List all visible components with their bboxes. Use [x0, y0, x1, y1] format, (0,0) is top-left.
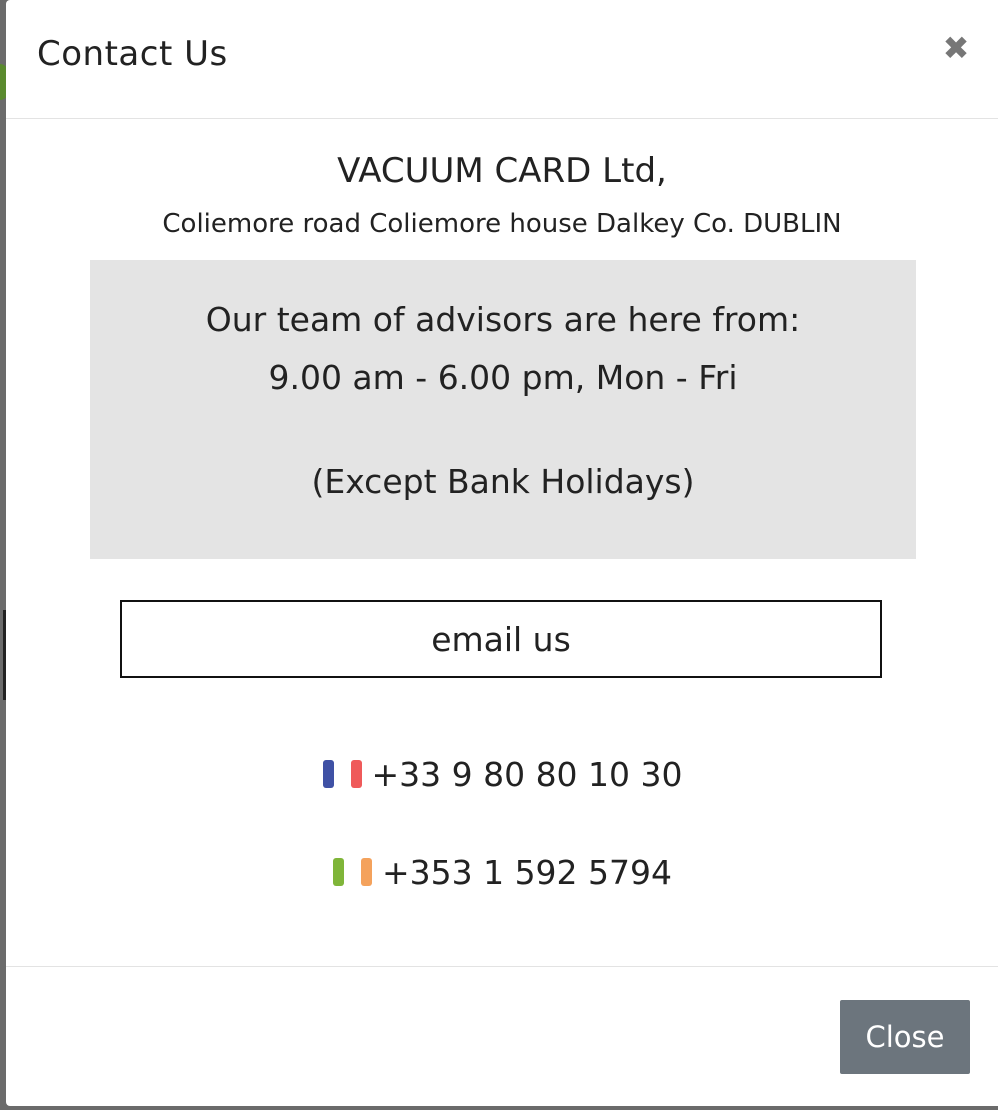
phone-row-france: +33 9 80 80 10 30 — [6, 755, 998, 794]
company-address: Coliemore road Coliemore house Dalkey Co… — [162, 209, 842, 239]
hours-note: (Except Bank Holidays) — [311, 462, 695, 501]
modal-body: VACUUM CARD Ltd, Coliemore road Coliemor… — [6, 119, 998, 966]
phone-link-france[interactable]: +33 9 80 80 10 30 — [371, 755, 682, 794]
hours-times: 9.00 am - 6.00 pm, Mon - Fri — [268, 358, 738, 397]
opening-hours-box: Our team of advisors are here from: 9.00… — [90, 260, 916, 559]
france-flag-icon — [321, 759, 363, 788]
close-icon[interactable]: ✖ — [942, 32, 970, 64]
phone-link-ireland[interactable]: +353 1 592 5794 — [382, 853, 672, 892]
ireland-flag-icon — [332, 857, 374, 886]
modal-header: Contact Us ✖ — [6, 0, 998, 119]
contact-modal: Contact Us ✖ VACUUM CARD Ltd, Coliemore … — [6, 0, 998, 1106]
hours-intro: Our team of advisors are here from: — [205, 300, 801, 339]
email-us-button[interactable]: email us — [120, 600, 882, 678]
phone-row-ireland: +353 1 592 5794 — [6, 853, 998, 892]
close-button[interactable]: Close — [840, 1000, 970, 1074]
company-name: VACUUM CARD Ltd, — [337, 151, 667, 191]
modal-footer: Close — [6, 966, 998, 1106]
modal-title: Contact Us — [37, 34, 228, 74]
